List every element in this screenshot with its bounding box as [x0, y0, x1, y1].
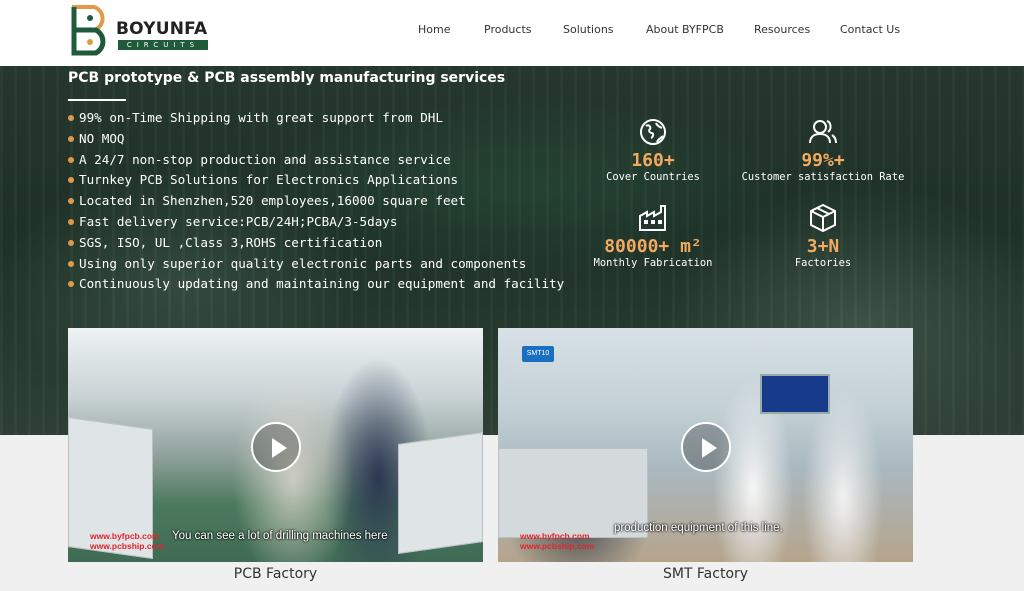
box-icon — [810, 203, 836, 233]
feature-item: Using only superior quality electronic p… — [66, 254, 566, 275]
stat-value: 3+N — [806, 236, 840, 257]
stat-value: 160+ — [631, 150, 675, 171]
users-icon — [809, 120, 837, 144]
stat-label: Cover Countries — [606, 171, 700, 183]
video-watermark: www.byfpcb.com www.pcbship.com — [520, 531, 595, 551]
video-smt-factory[interactable]: SMT10 www.byfpcb.com www.pcbship.com pro… — [498, 328, 913, 562]
globe-icon — [640, 119, 666, 145]
main-nav: Home Products Solutions About BYFPCB Res… — [0, 23, 1024, 39]
feature-item: NO MOQ — [66, 129, 566, 150]
feature-item: SGS, ISO, UL ,Class 3,ROHS certification — [66, 233, 566, 254]
nav-contact[interactable]: Contact Us — [840, 23, 900, 36]
hero-title: PCB prototype & PCB assembly manufacturi… — [68, 70, 506, 86]
bullet-icon — [68, 281, 74, 288]
stat-value: 99%+ — [801, 150, 845, 171]
stat-label: Factories — [794, 257, 852, 269]
play-icon — [271, 438, 287, 458]
bullet-icon — [68, 156, 74, 163]
status-board — [760, 374, 830, 414]
video-title: PCB Factory — [233, 566, 318, 582]
feature-item: Continuously updating and maintaining ou… — [66, 274, 566, 295]
nav-home[interactable]: Home — [418, 23, 450, 36]
brand-tagline: CIRCUITS — [118, 40, 208, 50]
machine-shape — [398, 432, 483, 554]
bullet-icon — [68, 239, 74, 246]
video-caption: You can see a lot of drilling machines h… — [172, 530, 388, 542]
stat-value: 80000+ m² — [604, 236, 702, 257]
feature-item: Fast delivery service:PCB/24H;PCBA/3-5da… — [66, 212, 566, 233]
factory-icon — [639, 205, 666, 231]
stat-factories: 3+N Factories — [733, 202, 913, 269]
video-pcb-factory[interactable]: www.byfpcb.com www.pcbship.com You can s… — [68, 328, 483, 562]
stat-label: Customer satisfaction Rate — [741, 171, 905, 183]
video-watermark: www.byfpcb.com www.pcbship.com — [90, 531, 165, 551]
video-caption: production equipment of this line. — [614, 522, 783, 534]
stat-satisfaction: 99%+ Customer satisfaction Rate — [733, 116, 913, 183]
feature-item: Located in Shenzhen,520 employees,16000 … — [66, 191, 566, 212]
bullet-icon — [68, 218, 74, 225]
feature-item: 99% on-Time Shipping with great support … — [66, 108, 566, 129]
stat-countries: 160+ Cover Countries — [563, 116, 743, 183]
feature-list: 99% on-Time Shipping with great support … — [66, 108, 566, 295]
video-title: SMT Factory — [662, 566, 749, 582]
play-button[interactable] — [250, 422, 301, 472]
feature-item: A 24/7 non-stop production and assistanc… — [66, 150, 566, 171]
site-header: BOYUNFA CIRCUITS Home Products Solutions… — [0, 0, 1024, 66]
play-button[interactable] — [680, 422, 731, 472]
line-badge: SMT10 — [522, 346, 554, 362]
bullet-icon — [68, 135, 74, 142]
nav-solutions[interactable]: Solutions — [563, 23, 614, 36]
nav-resources[interactable]: Resources — [754, 23, 810, 36]
feature-item: Turnkey PCB Solutions for Electronics Ap… — [66, 170, 566, 191]
nav-products[interactable]: Products — [484, 23, 532, 36]
bullet-icon — [68, 198, 74, 205]
stat-fabrication: 80000+ m² Monthly Fabrication — [563, 202, 743, 269]
bullet-icon — [68, 260, 74, 267]
stat-label: Monthly Fabrication — [593, 257, 713, 269]
play-icon — [701, 438, 717, 458]
hero-divider — [68, 99, 126, 101]
bullet-icon — [68, 177, 74, 184]
bullet-icon — [68, 115, 74, 121]
nav-about[interactable]: About BYFPCB — [646, 23, 724, 36]
